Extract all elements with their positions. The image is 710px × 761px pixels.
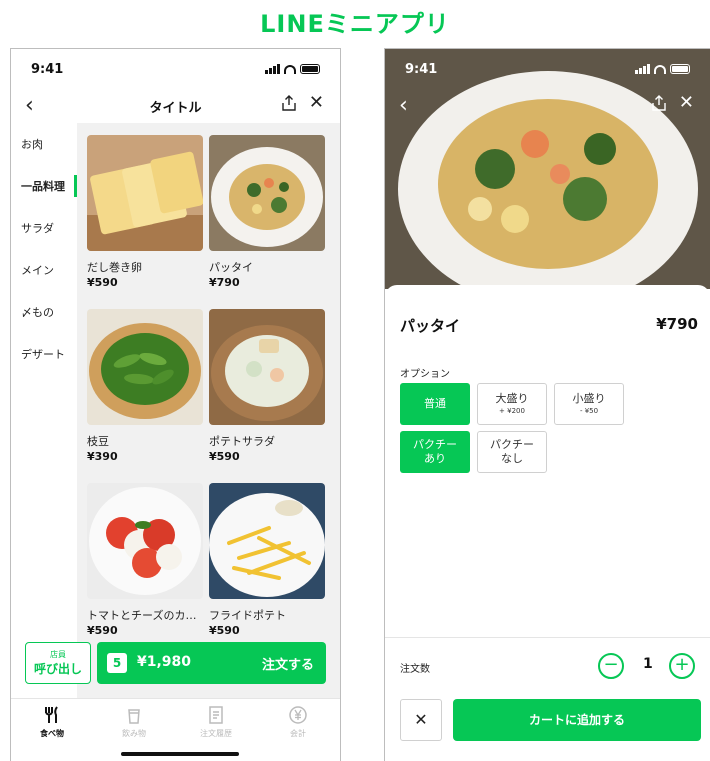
tab-food[interactable]: 食べ物 [11, 705, 93, 739]
product-name: 枝豆 [87, 435, 109, 448]
product-price: ¥790 [656, 315, 698, 333]
option-coriander-no[interactable]: パクチー なし [477, 431, 547, 473]
status-bar: 9:41 [11, 49, 340, 89]
cup-icon [128, 709, 140, 724]
category-finisher[interactable]: 〆もの [11, 291, 77, 333]
battery-icon [670, 64, 690, 74]
back-icon[interactable]: ‹ [399, 93, 408, 118]
product-card-dashimaki[interactable]: だし巻き卵 ¥590 [87, 135, 203, 289]
product-card-caprese[interactable]: トマトとチーズのカ… ¥590 [87, 483, 203, 637]
option-large[interactable]: 大盛り + ¥200 [477, 383, 547, 425]
category-meat[interactable]: お肉 [11, 123, 77, 165]
share-icon[interactable] [280, 94, 298, 112]
option-title: オプション [400, 369, 450, 380]
product-name: パッタイ [209, 261, 253, 274]
page-title: LINEミニアプリ [260, 10, 450, 38]
call-staff-button[interactable]: 店員 呼び出し [25, 642, 91, 684]
product-detail-screen: 9:41 ‹ ✕ パッタイ ¥790 オプション 普通 大盛り + ¥200 小… [384, 48, 710, 761]
battery-icon [300, 64, 320, 74]
product-image [87, 135, 203, 251]
tab-drinks[interactable]: 飲み物 [93, 705, 175, 739]
product-image [209, 483, 325, 599]
option-sub: あり [424, 452, 446, 465]
option-label: パクチー [413, 437, 457, 451]
tab-food-label: 食べ物 [40, 729, 64, 738]
option-label: パクチー [490, 437, 534, 451]
option-label: 小盛り [572, 392, 606, 406]
status-icons [265, 64, 320, 74]
quantity-minus-button[interactable]: − [598, 653, 624, 679]
product-name: ポテトサラダ [209, 435, 275, 448]
product-image [87, 309, 203, 425]
detail-sheet: パッタイ ¥790 オプション 普通 大盛り + ¥200 小盛り - ¥50 … [385, 285, 710, 761]
nav-bar: ‹ ✕ [385, 89, 710, 123]
product-image [209, 135, 325, 251]
tab-drinks-label: 飲み物 [122, 729, 146, 738]
tab-order-history-label: 注文履歴 [200, 729, 232, 738]
product-card-fries[interactable]: フライドポテト ¥590 [209, 483, 325, 637]
order-label: 注文する [261, 658, 314, 673]
fork-knife-icon [45, 706, 58, 723]
product-card-padthai[interactable]: パッタイ ¥790 [209, 135, 325, 289]
option-sub: + ¥200 [499, 406, 525, 415]
product-price: ¥590 [87, 624, 118, 637]
status-time: 9:41 [405, 62, 438, 77]
home-indicator [121, 752, 239, 756]
nav-bar: ‹ タイトル ✕ [11, 89, 340, 123]
product-name: だし巻き卵 [87, 261, 142, 274]
option-sub: なし [501, 452, 523, 465]
product-name: フライドポテト [209, 609, 286, 622]
wifi-icon [654, 65, 666, 74]
call-staff-line1: 店員 [50, 650, 66, 659]
product-price: ¥590 [209, 450, 240, 463]
cart-count-badge: 5 [107, 653, 127, 673]
tab-checkout[interactable]: 会計 [257, 705, 339, 739]
product-grid: だし巻き卵 ¥590 パッタイ ¥790 枝豆 ¥390 ポテトサラダ ¥590 [77, 123, 340, 698]
category-single-dish[interactable]: 一品料理 [11, 165, 77, 207]
yen-coin-icon [289, 706, 307, 724]
status-time: 9:41 [31, 62, 64, 77]
receipt-icon [209, 706, 223, 724]
product-price: ¥790 [209, 276, 240, 289]
order-button[interactable]: 5 ¥1,980 注文する [97, 642, 326, 684]
category-list: お肉 一品料理 サラダ メイン 〆もの デザート [11, 123, 77, 698]
product-price: ¥390 [87, 450, 118, 463]
quantity-plus-button[interactable]: + [669, 653, 695, 679]
add-to-cart-button[interactable]: カートに追加する [453, 699, 701, 741]
category-main[interactable]: メイン [11, 249, 77, 291]
share-icon[interactable] [650, 94, 668, 112]
divider [385, 637, 710, 638]
category-dessert[interactable]: デザート [11, 333, 77, 375]
product-card-edamame[interactable]: 枝豆 ¥390 [87, 309, 203, 463]
menu-list-screen: 9:41 ‹ タイトル ✕ お肉 一品料理 サラダ メイン 〆もの デザート だ… [10, 48, 341, 761]
status-icons [635, 64, 690, 74]
product-price: ¥590 [209, 624, 240, 637]
product-name: トマトとチーズのカ… [87, 609, 197, 622]
product-image [87, 483, 203, 599]
wifi-icon [284, 65, 296, 74]
signal-icon [265, 64, 280, 74]
option-normal[interactable]: 普通 [400, 383, 470, 425]
option-coriander-yes[interactable]: パクチー あり [400, 431, 470, 473]
product-image [209, 309, 325, 425]
option-label: 普通 [424, 396, 446, 410]
product-name: パッタイ [400, 317, 461, 335]
option-sub: - ¥50 [579, 406, 599, 415]
product-card-potato-salad[interactable]: ポテトサラダ ¥590 [209, 309, 325, 463]
close-icon[interactable]: ✕ [679, 92, 694, 113]
option-small[interactable]: 小盛り - ¥50 [554, 383, 624, 425]
quantity-label: 注文数 [400, 664, 430, 675]
category-salad[interactable]: サラダ [11, 207, 77, 249]
option-label: 大盛り [495, 392, 529, 406]
status-bar: 9:41 [385, 49, 710, 89]
close-button[interactable]: ✕ [400, 699, 442, 741]
quantity-value: 1 [643, 656, 653, 672]
tab-order-history[interactable]: 注文履歴 [175, 705, 257, 739]
close-icon[interactable]: ✕ [309, 92, 324, 113]
cart-total: ¥1,980 [137, 654, 192, 670]
call-staff-line2: 呼び出し [33, 662, 82, 676]
tab-checkout-label: 会計 [290, 729, 306, 738]
product-price: ¥590 [87, 276, 118, 289]
signal-icon [635, 64, 650, 74]
